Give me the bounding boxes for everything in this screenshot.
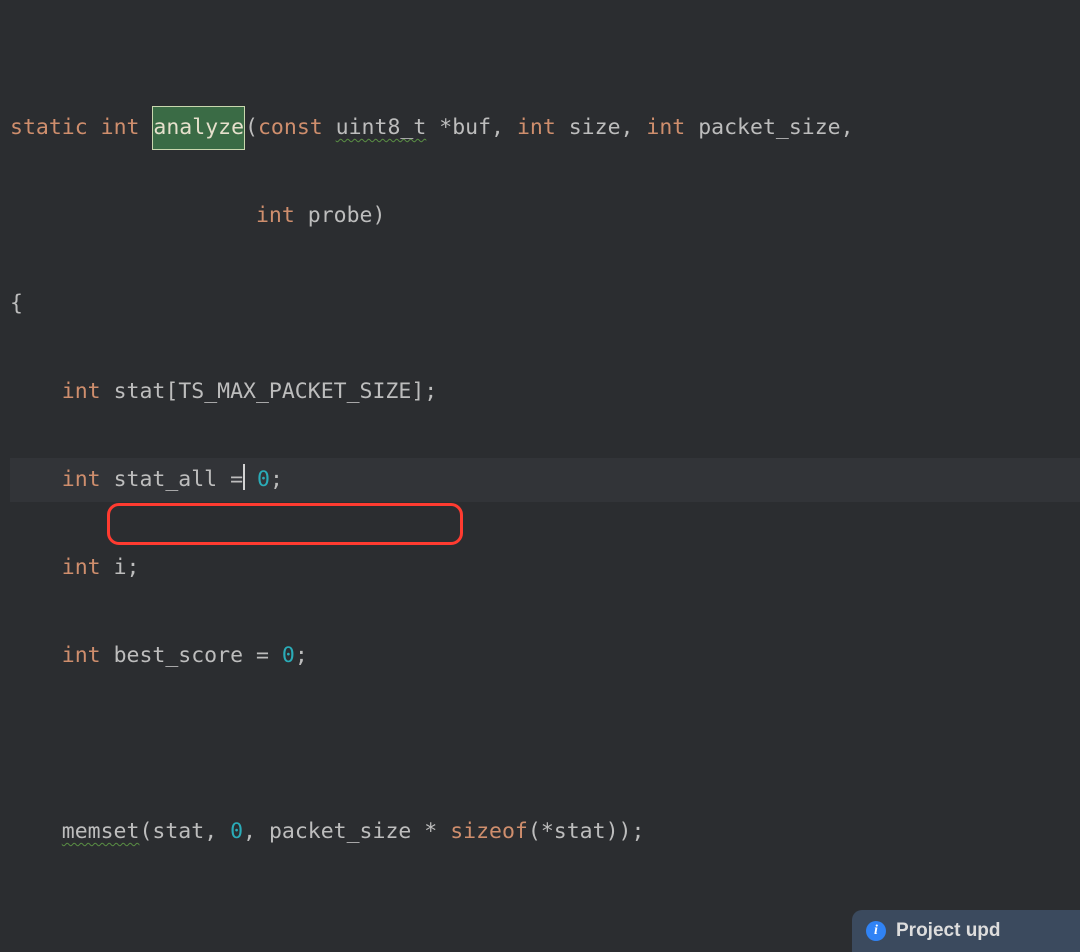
- code-line[interactable]: int best_score = 0;: [10, 634, 1080, 678]
- keyword-sizeof: sizeof: [450, 819, 528, 844]
- keyword-static: static: [10, 115, 88, 140]
- function-name-selected[interactable]: analyze: [152, 106, 245, 150]
- notification-text: Project upd: [896, 920, 1001, 942]
- code-line-current[interactable]: int stat_all = 0;: [10, 458, 1080, 502]
- param-buf: buf: [452, 115, 491, 140]
- code-line[interactable]: int stat[TS_MAX_PACKET_SIZE];: [10, 370, 1080, 414]
- paren-open: (: [245, 115, 258, 140]
- param-size: size: [569, 115, 621, 140]
- code-line[interactable]: int probe): [10, 194, 1080, 238]
- var-stat-all: stat_all: [114, 467, 218, 492]
- param-probe: probe: [308, 203, 373, 228]
- code-line[interactable]: int i;: [10, 546, 1080, 590]
- code-editor[interactable]: static int analyze(const uint8_t *buf, i…: [0, 0, 1080, 952]
- var-stat: stat: [114, 379, 166, 404]
- const-ts-max: TS_MAX_PACKET_SIZE: [178, 379, 411, 404]
- fn-memset: memset: [62, 819, 140, 844]
- var-best-score: best_score: [114, 643, 243, 668]
- code-line[interactable]: static int analyze(const uint8_t *buf, i…: [10, 106, 1080, 150]
- keyword-const: const: [258, 115, 323, 140]
- param-packet-size: packet_size: [698, 115, 840, 140]
- keyword-int: int: [101, 115, 140, 140]
- brace-open: {: [10, 291, 23, 316]
- code-line[interactable]: {: [10, 282, 1080, 326]
- text-caret: [243, 464, 245, 490]
- code-line-blank[interactable]: [10, 722, 1080, 766]
- notification-popup[interactable]: i Project upd: [852, 910, 1080, 952]
- type-uint8: uint8_t: [336, 115, 427, 140]
- info-icon: i: [866, 921, 886, 941]
- code-line[interactable]: memset(stat, 0, packet_size * sizeof(*st…: [10, 810, 1080, 854]
- var-i: i: [114, 555, 127, 580]
- star: *: [439, 115, 452, 140]
